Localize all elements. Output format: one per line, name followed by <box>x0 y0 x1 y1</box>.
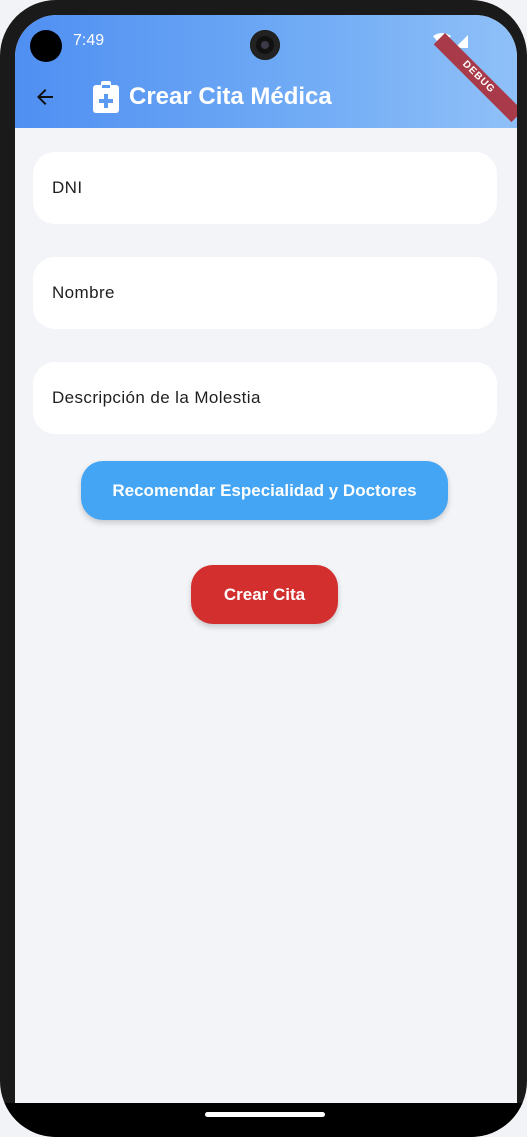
create-appointment-button[interactable]: Crear Cita <box>191 565 338 624</box>
front-camera <box>250 30 280 60</box>
home-indicator[interactable] <box>205 1112 325 1117</box>
app-screen: 7:49 DEBUG Crear Cita Médica DNI Nombre … <box>15 15 517 1103</box>
app-bar: 7:49 DEBUG Crear Cita Médica <box>15 15 517 128</box>
dni-field[interactable] <box>33 152 497 224</box>
debug-banner: DEBUG <box>433 33 517 123</box>
camera-cutout-left <box>30 30 62 62</box>
status-time: 7:49 <box>73 32 105 49</box>
nombre-field[interactable] <box>33 257 497 329</box>
phone-frame: 7:49 DEBUG Crear Cita Médica DNI Nombre … <box>0 0 527 1137</box>
system-nav-bar <box>0 1103 527 1137</box>
nombre-input[interactable] <box>50 282 497 304</box>
page-title: Crear Cita Médica <box>129 83 332 110</box>
descripcion-field[interactable] <box>33 362 497 434</box>
descripcion-input[interactable] <box>50 387 497 409</box>
arrow-back-icon <box>37 89 53 105</box>
clipboard-plus-icon <box>93 81 119 113</box>
back-button[interactable] <box>33 85 57 109</box>
recommend-button[interactable]: Recomendar Especialidad y Doctores <box>81 461 448 520</box>
dni-input[interactable] <box>50 177 497 199</box>
